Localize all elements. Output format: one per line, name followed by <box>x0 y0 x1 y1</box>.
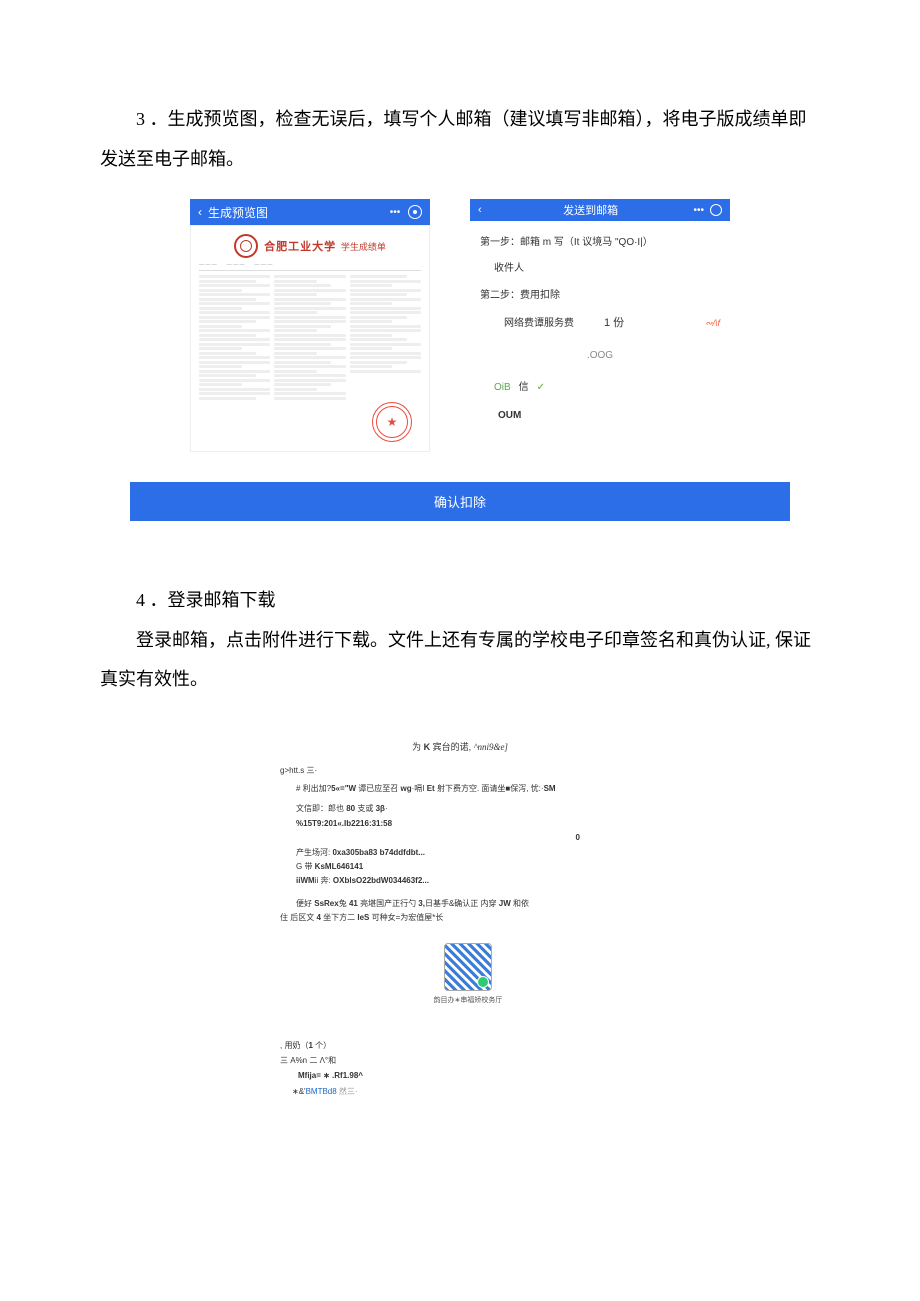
mail-header: ‹ 发送到邮箱 ••• <box>470 199 730 221</box>
confirm-button[interactable]: 确认扣除 <box>130 482 790 521</box>
step3-paragraph: 3 ．生成预览图，检查无误后，填写个人邮箱（建议填写非邮箱），将电子版成绩单即发… <box>0 100 920 179</box>
fee-qty: 1 份 <box>604 312 624 334</box>
transcript-label: 学生成绩单 <box>341 242 386 252</box>
email-body: # 利出加?5«="W 谭已应至召 wg·嗝I Et 射下费方空. 面请坐■保泻… <box>296 782 640 1008</box>
attachment-filename[interactable]: Mfija= ∗ .Rf1.98^ <box>298 1068 640 1083</box>
oum-text: OUM <box>498 406 720 426</box>
target-icon[interactable] <box>408 205 422 219</box>
oib-suffix: 信 <box>519 378 529 398</box>
email-subject: 为 K 宾台的诺, ^nni9&e] <box>280 740 640 753</box>
recipient-field[interactable]: 收件人 <box>494 259 720 280</box>
qr-code-icon <box>444 943 492 991</box>
university-logo-icon <box>234 234 258 258</box>
target-icon[interactable] <box>710 204 722 216</box>
seal-stamp-icon: ★ <box>372 402 412 442</box>
back-icon[interactable]: ‹ <box>478 204 482 216</box>
step1-label: 第一步：邮箱 m 写（It 议境马 "QO·I|） <box>480 233 720 253</box>
more-icon[interactable]: ••• <box>388 205 402 219</box>
back-icon[interactable]: ‹ <box>198 205 202 219</box>
step4-paragraph: 登录邮箱，点击附件进行下载。文件上还有专属的学校电子印章签名和真伪认证, 保证真… <box>0 621 920 700</box>
screenshots-row: ‹ 生成预览图 ••• 合肥工业大学 学生成绩单 — — —— — —— — — <box>0 199 920 452</box>
fee-name: 网络费谭服务费 <box>504 314 574 334</box>
attachment-block: , 用奶（1 个） 三 A%n 二 Λ°和 Mfija= ∗ .Rf1.98^ … <box>280 1038 640 1099</box>
oog-text: .OOG <box>480 346 720 366</box>
oib-label: OiB <box>494 378 511 398</box>
mail-title: 发送到邮箱 <box>488 202 694 218</box>
email-screenshot: 为 K 宾台的诺, ^nni9&e] g>htt.s 三· # 利出加?5«="… <box>280 740 640 1099</box>
wechat-row[interactable]: OiB 信 ✓ <box>494 378 720 398</box>
preview-title: 生成预览图 <box>208 204 382 221</box>
preview-panel: ‹ 生成预览图 ••• 合肥工业大学 学生成绩单 — — —— — —— — — <box>190 199 430 452</box>
preview-header: ‹ 生成预览图 ••• <box>190 199 430 225</box>
more-icon[interactable]: ••• <box>693 205 704 216</box>
check-icon: ✓ <box>537 378 545 398</box>
fee-price: ∾/\f <box>705 314 720 332</box>
qr-caption: 韵目办∗串福矫校务厅 <box>296 995 640 1008</box>
fee-row: 网络费谭服务费 1 份 ∾/\f <box>504 312 720 334</box>
transcript-info: — — —— — —— — — <box>199 262 421 271</box>
email-greeting: g>htt.s 三· <box>280 765 640 776</box>
step2-label: 第二步：费用扣除 <box>480 286 720 306</box>
university-name: 合肥工业大学 <box>264 241 336 253</box>
transcript-image: 合肥工业大学 学生成绩单 — — —— — —— — — <box>190 225 430 452</box>
step4-title: 4 ．登录邮箱下载 <box>0 581 920 621</box>
download-link[interactable]: BMTBd8 <box>306 1087 337 1096</box>
mail-panel: ‹ 发送到邮箱 ••• 第一步：邮箱 m 写（It 议境马 "QO·I|） 收件… <box>470 199 730 452</box>
